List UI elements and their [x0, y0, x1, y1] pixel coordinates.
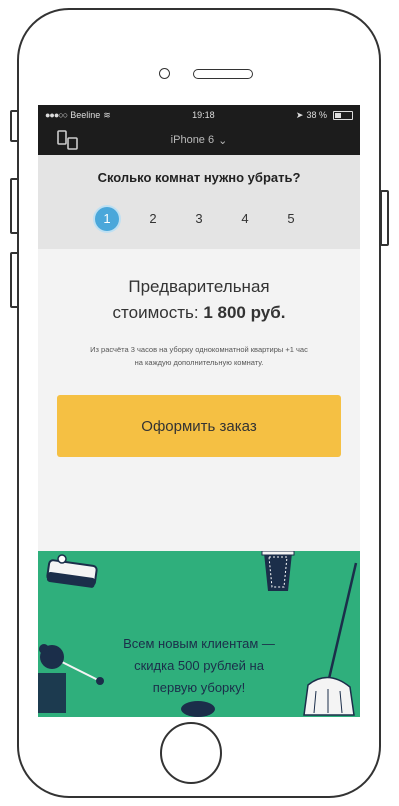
volume-down-button [10, 252, 19, 308]
app-screen: ●●●○○ Beeline ≋ 19:18 ➤ 38 % iPhone 6 ⌄ … [38, 105, 360, 717]
front-camera [159, 68, 170, 79]
rooms-question: Сколько комнат нужно убрать? [97, 170, 301, 185]
price-label: Предварительная [128, 277, 270, 296]
detergent-bottle-icon [181, 701, 215, 717]
trash-bin-icon [261, 551, 295, 591]
status-bar: ●●●○○ Beeline ≋ 19:18 ➤ 38 % [38, 105, 360, 125]
room-option-2[interactable]: 2 [141, 207, 165, 231]
clock: 19:18 [192, 110, 215, 120]
device-selector-label: iPhone 6 [170, 134, 215, 146]
sponge-icon [46, 554, 98, 588]
room-option-3[interactable]: 3 [187, 207, 211, 231]
mute-switch [10, 110, 19, 142]
price-line: стоимость: 1 800 руб. [38, 303, 360, 323]
promo-line-3: первую уборку! [152, 680, 246, 695]
promo-line-2: скидка 500 рублей на [134, 658, 264, 673]
promo-text: Всем новым клиентам — скидка 500 рублей … [94, 633, 304, 699]
signal-icon: ●●●○○ [45, 110, 68, 120]
price-section: Предварительная стоимость: 1 800 руб. Из… [38, 249, 360, 457]
room-option-1[interactable]: 1 [95, 207, 119, 231]
battery-icon [332, 110, 353, 120]
rooms-section: Сколько комнат нужно убрать? 1 2 3 4 5 [38, 155, 360, 249]
speaker-grille [193, 69, 253, 79]
location-icon: ➤ [295, 109, 304, 120]
power-button [380, 190, 389, 246]
devices-icon[interactable] [56, 129, 80, 151]
price-label-2: стоимость: [112, 303, 199, 322]
chevron-down-icon: ⌄ [218, 134, 228, 147]
device-toolbar: iPhone 6 ⌄ [38, 125, 360, 155]
order-button[interactable]: Оформить заказ [57, 395, 341, 457]
promo-banner: Всем новым клиентам — скидка 500 рублей … [38, 551, 360, 717]
price-value: 1 800 руб. [203, 303, 286, 322]
home-button[interactable] [160, 722, 222, 784]
price-note: Из расчёта 3 часов на уборку однокомнатн… [90, 345, 308, 367]
battery-percent: 38 % [306, 110, 327, 120]
room-option-5[interactable]: 5 [279, 207, 303, 231]
room-option-4[interactable]: 4 [233, 207, 257, 231]
carrier-label: Beeline [70, 110, 101, 120]
wifi-icon: ≋ [103, 109, 111, 120]
mop-icon [303, 562, 358, 716]
room-count-selector: 1 2 3 4 5 [38, 207, 360, 231]
volume-up-button [10, 178, 19, 234]
promo-line-1: Всем новым клиентам — [123, 636, 275, 651]
device-selector[interactable]: iPhone 6 ⌄ [171, 134, 228, 147]
